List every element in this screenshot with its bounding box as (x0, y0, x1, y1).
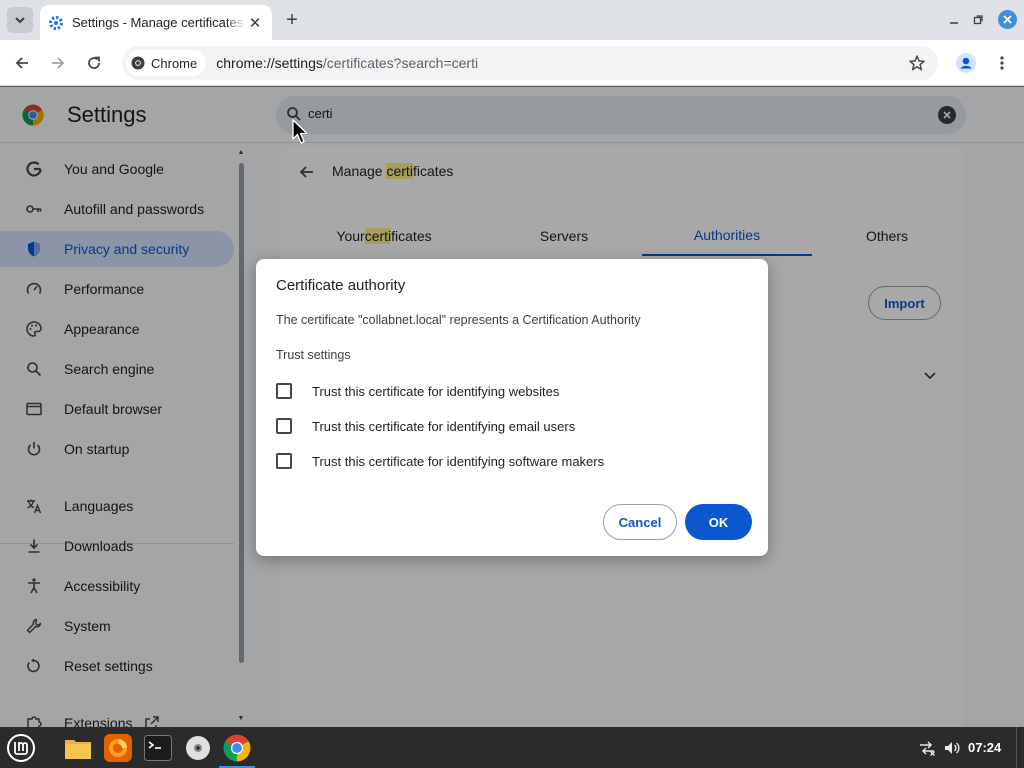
trust-software-label: Trust this certificate for identifying s… (312, 453, 605, 469)
settings-gear-icon (49, 15, 63, 30)
trust-websites-option[interactable]: Trust this certificate for identifying w… (276, 380, 559, 402)
profile-button[interactable] (954, 51, 978, 75)
terminal-icon (144, 735, 172, 761)
trust-email-checkbox[interactable] (276, 418, 292, 434)
files-icon (65, 740, 91, 759)
minimize-button[interactable] (944, 10, 964, 30)
forward-button[interactable] (46, 51, 70, 75)
chip-label: Chrome (151, 55, 198, 71)
ok-button[interactable]: OK (685, 504, 752, 540)
browser-toolbar: Chrome chrome://settings/certificates?se… (0, 40, 1024, 86)
url-text[interactable]: chrome://settings/certificates?search=ce… (216, 55, 478, 71)
taskbar-app-files[interactable] (60, 730, 96, 766)
url-path: /certificates?search=certi (322, 55, 479, 71)
chrome-icon (131, 56, 145, 70)
arrow-left-icon (15, 57, 28, 69)
address-bar[interactable]: Chrome chrome://settings/certificates?se… (122, 46, 938, 80)
reload-icon (88, 56, 100, 69)
tab-title: Settings - Manage certificates (72, 15, 244, 30)
close-icon (1003, 15, 1012, 24)
site-info-chip[interactable]: Chrome (126, 50, 207, 76)
taskbar: 07:24 (0, 727, 1024, 768)
window-close-button[interactable] (998, 10, 1017, 29)
volume-icon[interactable] (943, 739, 961, 757)
taskbar-app-firefox[interactable] (100, 730, 136, 766)
linux-mint-menu-icon (7, 734, 35, 762)
trust-email-label: Trust this certificate for identifying e… (312, 418, 576, 434)
trust-websites-label: Trust this certificate for identifying w… (312, 383, 560, 399)
taskbar-app-chrome[interactable] (219, 730, 255, 768)
cancel-button[interactable]: Cancel (603, 504, 677, 540)
dialog-description: The certificate "collabnet.local" repres… (276, 313, 641, 327)
tab-close-icon[interactable]: ✕ (246, 14, 264, 32)
trust-software-option[interactable]: Trust this certificate for identifying s… (276, 450, 604, 472)
network-disconnected-icon[interactable] (918, 739, 936, 757)
restore-icon (973, 15, 983, 25)
arrow-right-icon (52, 57, 65, 69)
certificate-authority-dialog: Certificate authority The certificate "c… (256, 259, 768, 556)
trust-settings-heading: Trust settings (276, 348, 351, 362)
trust-websites-checkbox[interactable] (276, 383, 292, 399)
chrome-icon (223, 734, 251, 762)
url-host: chrome://settings (216, 55, 323, 71)
show-desktop-button[interactable] (1016, 727, 1017, 768)
trust-email-option[interactable]: Trust this certificate for identifying e… (276, 415, 575, 437)
taskbar-app-disc[interactable] (180, 730, 216, 766)
maximize-button[interactable] (968, 10, 988, 30)
chevron-down-icon (15, 17, 25, 24)
new-tab-button[interactable]: + (280, 8, 304, 32)
taskbar-app-terminal[interactable] (140, 730, 176, 766)
disc-icon (186, 736, 210, 760)
start-menu-button[interactable] (3, 730, 39, 766)
back-button[interactable] (10, 51, 34, 75)
browser-tab[interactable]: Settings - Manage certificates ✕ (40, 5, 272, 40)
firefox-icon (104, 734, 132, 762)
reload-button[interactable] (82, 51, 106, 75)
bookmark-star-icon[interactable] (908, 54, 926, 72)
kebab-menu-icon (1000, 56, 1004, 70)
tab-bar: Settings - Manage certificates ✕ + (0, 0, 1024, 40)
clock[interactable]: 07:24 (968, 740, 1001, 755)
menu-button[interactable] (990, 51, 1014, 75)
trust-software-checkbox[interactable] (276, 453, 292, 469)
tab-search-button[interactable] (7, 7, 33, 33)
profile-avatar-icon (956, 53, 976, 73)
minimize-icon (950, 22, 958, 24)
mouse-cursor-icon (292, 119, 308, 144)
dialog-title: Certificate authority (276, 277, 406, 294)
